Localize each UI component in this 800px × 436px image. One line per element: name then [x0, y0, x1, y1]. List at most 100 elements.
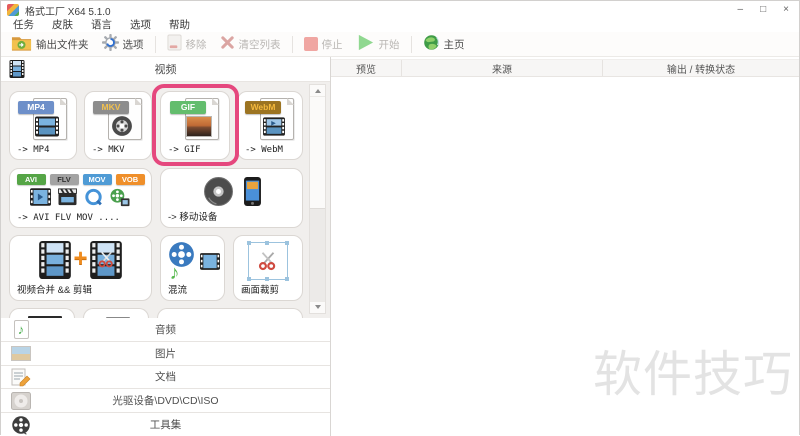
convert-to-webm-button[interactable]: WebM -> WebM [237, 91, 303, 160]
filmstrip-icon [39, 241, 72, 284]
menubar: 任务 皮肤 语言 选项 帮助 [1, 17, 799, 32]
app-icon [7, 4, 19, 16]
category-audio-label: 音频 [155, 323, 176, 336]
mux-label: 混流 [168, 285, 188, 296]
convert-to-mobile-device-button[interactable]: -> 移动设备 [160, 168, 303, 228]
crop-frame-icon [247, 241, 289, 281]
mkv-label: -> MKV [92, 145, 125, 155]
mux-icons: ♪ [166, 241, 220, 284]
crop-button[interactable]: 画面裁剪 [233, 235, 303, 301]
merge-icons: + [10, 241, 151, 284]
quicktime-icon [84, 188, 103, 212]
stop-label: 停止 [321, 38, 343, 51]
partial-button[interactable] [157, 308, 303, 318]
remove-icon [166, 34, 182, 54]
video-join-label: 视频合并 && 剪辑 [17, 285, 92, 296]
mp4-file-icon: MP4 [18, 97, 68, 143]
filmstrip-scissors-icon [89, 241, 122, 284]
clear-x-icon [220, 35, 235, 53]
menu-help[interactable]: 帮助 [160, 17, 199, 32]
start-button[interactable]: 开始 [350, 32, 406, 56]
toolbar-separator [154, 35, 156, 53]
column-output-status: 输出 / 转换状态 [666, 64, 736, 76]
scissors-icon [258, 252, 276, 271]
clapperboard-icon [57, 188, 78, 212]
close-button[interactable]: × [783, 5, 789, 15]
audio-icon: ♪ [10, 319, 32, 340]
category-disc-device-label: 光驱设备\DVD\CD\ISO [112, 395, 219, 408]
category-video[interactable]: 视频 [1, 57, 330, 82]
mp4-badge: MP4 [18, 101, 54, 114]
menu-language[interactable]: 语言 [82, 17, 121, 32]
category-audio[interactable]: ♪ 音频 [1, 318, 330, 342]
phone-icon [243, 177, 261, 211]
task-list-body[interactable]: 软件技巧 [331, 77, 799, 436]
crop-label: 画面裁剪 [241, 285, 280, 296]
options-button[interactable]: 选项 [96, 33, 150, 55]
play-icon [356, 33, 375, 55]
mkv-file-icon: MKV [93, 97, 143, 143]
remove-button[interactable]: 移除 [161, 33, 213, 55]
menu-options[interactable]: 选项 [121, 17, 160, 32]
mux-button[interactable]: ♪ 混流 [160, 235, 225, 301]
format-factory-window: 格式工厂 X64 5.1.0 – □ × 任务 皮肤 语言 选项 帮助 输出文件… [0, 0, 800, 436]
flv-badge: FLV [49, 174, 79, 185]
window-title: 格式工厂 X64 5.1.0 [25, 6, 111, 18]
format-grid: MP4 -> MP4 MKV -> MKV GIF -> GIF WebM ->… [1, 82, 330, 318]
column-source: 来源 [402, 60, 603, 76]
clear-list-button[interactable]: 清空列表 [214, 34, 287, 54]
list-header: 预览 来源 输出 / 转换状态 [331, 59, 799, 77]
grid-scrollbar[interactable] [309, 84, 326, 314]
category-document[interactable]: 文档 [1, 366, 330, 390]
webm-label: -> WebM [245, 145, 283, 155]
convert-to-avi-flv-mov-button[interactable]: AVI FLV MOV VOB -> AVI FLV MOV .... [9, 168, 152, 228]
avi-badge: AVI [16, 174, 46, 185]
minimize-button[interactable]: – [738, 5, 744, 15]
partial-button[interactable] [9, 308, 75, 318]
mobile-icons [161, 176, 302, 212]
titlebar: 格式工厂 X64 5.1.0 – □ × [1, 1, 799, 18]
triangle-up-icon [314, 86, 321, 93]
menu-task[interactable]: 任务 [4, 17, 43, 32]
mobile-label: -> 移动设备 [168, 212, 218, 223]
category-toolkit[interactable]: 工具集 [1, 413, 330, 436]
category-disc-device[interactable]: 光驱设备\DVD\CD\ISO [1, 389, 330, 414]
maximize-button[interactable]: □ [760, 5, 766, 15]
film-icon [199, 253, 220, 275]
document-pencil-icon [10, 366, 32, 387]
avi-label: -> AVI FLV MOV .... [17, 213, 120, 223]
partial-button[interactable] [83, 308, 149, 318]
stop-icon [303, 37, 318, 51]
remove-label: 移除 [185, 38, 207, 51]
scroll-up-button[interactable] [310, 85, 325, 97]
category-picture-label: 图片 [155, 347, 176, 360]
watermark-text: 软件技巧 [592, 348, 793, 402]
output-folder-label: 输出文件夹 [36, 38, 89, 51]
category-picture[interactable]: 图片 [1, 342, 330, 366]
mkv-badge: MKV [93, 101, 129, 114]
menu-skin[interactable]: 皮肤 [43, 17, 82, 32]
toolbar: 输出文件夹 选项 移除 清空列表 停止 开始 主页 [1, 32, 799, 56]
scroll-down-button[interactable] [310, 301, 325, 313]
video-header-label: 视频 [154, 64, 177, 76]
convert-to-mkv-button[interactable]: MKV -> MKV [84, 91, 152, 160]
output-folder-button[interactable]: 输出文件夹 [5, 34, 95, 55]
toolbar-separator [291, 35, 293, 53]
convert-to-mp4-button[interactable]: MP4 -> MP4 [9, 91, 77, 160]
category-toolkit-label: 工具集 [149, 419, 182, 432]
column-preview: 预览 [331, 60, 402, 76]
folder-icon [11, 35, 32, 54]
vob-badge: VOB [115, 174, 145, 185]
category-list: ♪ 音频 图片 文档 光驱设备\DVD\CD\ISO 工具集 [1, 318, 330, 436]
disc-drive-icon [10, 390, 32, 411]
film-reel-icon [10, 414, 32, 435]
picture-icon [10, 343, 32, 364]
reel-film-icon [109, 188, 131, 212]
film-icon [30, 188, 51, 212]
stop-button[interactable]: 停止 [298, 36, 349, 53]
video-join-clip-button[interactable]: + 视频合并 && 剪辑 [9, 235, 152, 301]
webm-file-icon: WebM [245, 97, 295, 143]
scrollbar-thumb[interactable] [310, 208, 325, 302]
home-button[interactable]: 主页 [417, 33, 471, 55]
globe-icon [423, 34, 440, 54]
